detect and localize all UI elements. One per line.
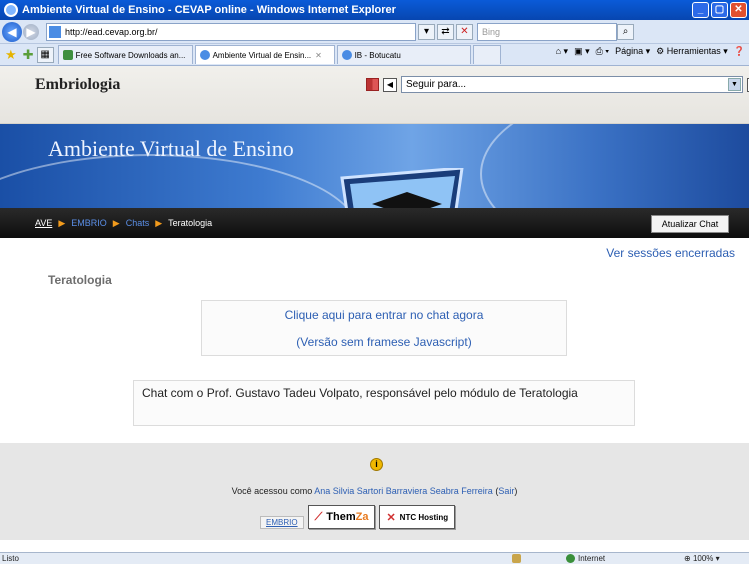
- breadcrumb-home[interactable]: AVE: [35, 218, 52, 228]
- status-bar: Listo Internet ⊕ 100% ▾: [0, 552, 749, 564]
- logged-in-info: Você acessou como Ana Silvia Sartori Bar…: [231, 486, 518, 496]
- close-tab-icon[interactable]: ✕: [315, 51, 322, 60]
- security-zone: Internet: [566, 554, 605, 563]
- back-button[interactable]: ◀: [2, 21, 22, 42]
- previous-arrow-icon[interactable]: ◀: [383, 77, 397, 92]
- breadcrumb-chats[interactable]: Chats: [126, 218, 150, 228]
- chat-intro: Chat com o Prof. Gustavo Tadeu Volpato, …: [133, 380, 635, 426]
- banner-swoosh: [480, 124, 749, 208]
- breadcrumb-course[interactable]: EMBRIO: [71, 218, 107, 228]
- enter-chat-link[interactable]: Clique aqui para entrar no chat agora: [202, 308, 566, 322]
- ntc-logo-icon: ✕: [386, 511, 396, 524]
- url-field[interactable]: http://ead.cevap.org.br/: [46, 22, 416, 41]
- new-tab-button[interactable]: [472, 45, 501, 64]
- forward-button[interactable]: ▶: [23, 23, 39, 40]
- view-closed-sessions-link[interactable]: Ver sessões encerradas: [606, 246, 735, 260]
- ntc-hosting-badge[interactable]: ✕ NTC Hosting: [379, 505, 456, 529]
- graduation-monitor-icon: [340, 168, 464, 208]
- user-name-link[interactable]: Ana Silvia Sartori Barraviera Seabra Fer…: [314, 486, 493, 496]
- stop-button[interactable]: ✕: [456, 23, 473, 40]
- zoom-control[interactable]: ⊕ 100% ▾: [684, 554, 720, 563]
- jump-menu: ◀ Seguir para... ▼ ▶: [366, 76, 749, 93]
- minimize-button[interactable]: _: [692, 2, 709, 18]
- page-footer: i Você acessou como Ana Silvia Sartori B…: [0, 443, 749, 540]
- tab-favicon-icon: [62, 50, 73, 60]
- course-header: Embriologia ◀ Seguir para... ▼ ▶: [0, 66, 749, 124]
- tab-ib-botucatu[interactable]: IB - Botucatu: [336, 45, 471, 64]
- tab-favicon-icon: [341, 50, 352, 60]
- breadcrumb-arrow-icon: ▶: [58, 217, 66, 228]
- search-icon[interactable]: ⌕: [617, 23, 634, 40]
- jump-select[interactable]: Seguir para... ▼: [401, 76, 743, 93]
- no-frames-line: (Versão sem framese Javascript): [296, 335, 472, 349]
- themza-logo-icon: ⟋: [314, 510, 323, 523]
- feeds-icon[interactable]: ▣ ▾: [574, 46, 590, 57]
- favorites-star-icon[interactable]: ★: [5, 47, 17, 63]
- url-text: http://ead.cevap.org.br/: [65, 26, 158, 37]
- security-icon: [512, 554, 521, 563]
- add-favorite-icon[interactable]: ✚: [23, 47, 34, 63]
- quick-tabs-icon[interactable]: ▦: [36, 46, 54, 63]
- print-icon[interactable]: ⎙ ▾: [596, 46, 609, 57]
- address-dropdown-button[interactable]: ▾: [418, 23, 435, 40]
- help-icon[interactable]: ❓: [734, 46, 745, 57]
- close-window-button[interactable]: ✕: [730, 2, 747, 18]
- tools-menu[interactable]: ⚙ Herramientas ▾: [656, 46, 728, 57]
- course-home-link[interactable]: EMBRIO: [260, 516, 304, 529]
- grid-icon[interactable]: [366, 78, 379, 91]
- course-title: Embriologia: [35, 76, 121, 93]
- breadcrumb-current: Teratologia: [168, 218, 213, 228]
- maximize-button[interactable]: ▢: [711, 2, 728, 18]
- page-menu[interactable]: Página ▾: [615, 46, 650, 57]
- footer-links: EMBRIO ⟋ Them Za ✕ NTC Hosting: [260, 505, 456, 529]
- page-favicon-icon: [49, 25, 61, 38]
- breadcrumb: AVE ▶ EMBRIO ▶ Chats ▶ Teratologia Atual…: [0, 208, 749, 238]
- search-input[interactable]: Bing: [477, 22, 617, 41]
- banner-title: Ambiente Virtual de Ensino: [48, 136, 294, 161]
- refresh-chat-button[interactable]: Atualizar Chat: [651, 215, 729, 233]
- compatibility-view-icon[interactable]: ⇄: [437, 23, 454, 40]
- window-titlebar: Ambiente Virtual de Ensino - CEVAP onlin…: [0, 0, 749, 20]
- breadcrumb-arrow-icon: ▶: [112, 217, 120, 228]
- tab-favicon-icon: [199, 50, 210, 60]
- address-bar: ◀ ▶ http://ead.cevap.org.br/ ▾ ⇄ ✕ Bing …: [0, 20, 749, 44]
- logout-link[interactable]: Sair: [498, 486, 514, 496]
- tab-free-software[interactable]: Free Software Downloads an...: [57, 45, 193, 64]
- ie-logo-icon: [4, 3, 18, 17]
- site-banner: Ambiente Virtual de Ensino: [0, 124, 749, 208]
- globe-icon: [566, 554, 575, 563]
- no-frames-link[interactable]: Versão sem framese Javascript: [300, 335, 467, 349]
- chat-title: Teratologia: [48, 273, 112, 287]
- breadcrumb-arrow-icon: ▶: [155, 217, 163, 228]
- tab-ambiente-virtual[interactable]: Ambiente Virtual de Ensin... ✕: [194, 45, 335, 64]
- command-bar: ⌂ ▾ ▣ ▾ ⎙ ▾ Página ▾ ⚙ Herramientas ▾ ❓: [556, 46, 749, 57]
- banner-swoosh: [0, 154, 360, 208]
- home-icon[interactable]: ⌂ ▾: [556, 46, 568, 57]
- themza-badge[interactable]: ⟋ Them Za: [307, 505, 376, 529]
- page-content: Embriologia ◀ Seguir para... ▼ ▶ Ambient…: [0, 66, 749, 552]
- chat-entry-box: Clique aqui para entrar no chat agora (V…: [201, 300, 567, 356]
- status-text: Listo: [2, 554, 19, 563]
- window-controls: _ ▢ ✕: [692, 2, 747, 18]
- chevron-down-icon: ▼: [728, 78, 741, 91]
- window-title: Ambiente Virtual de Ensino - CEVAP onlin…: [22, 4, 396, 16]
- info-icon: i: [370, 458, 383, 471]
